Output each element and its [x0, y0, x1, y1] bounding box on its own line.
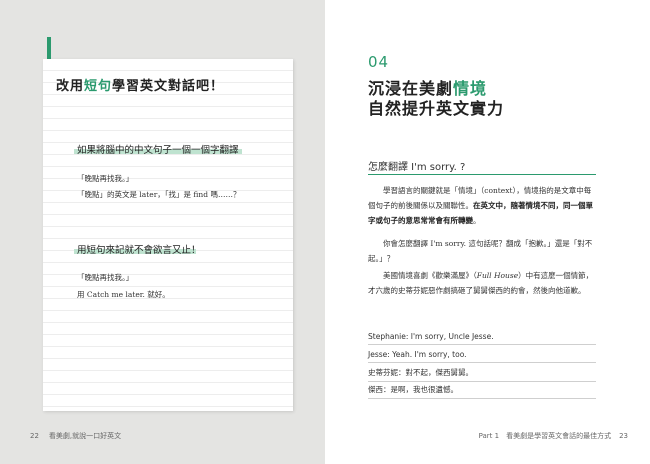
dialogue-line: 史蒂芬妮：對不起，傑西舅舅。: [368, 367, 596, 382]
left-page: 改用短句學習英文對話吧！ 如果將腦中的中文句子一個一個字翻譯 「晚點再找我。」 …: [0, 0, 325, 464]
paragraph-1: 學習語言的關鍵就是「情境」（context），情境指的是文章中每個句子的前後關係…: [368, 183, 596, 228]
paragraph-3-pre: 美國情境喜劇《歡樂滿屋》（: [383, 271, 477, 280]
paragraph-2: 你會怎麼翻譯 I'm sorry. 這句話呢？翻成「抱歉。」還是「對不起。」？: [368, 239, 593, 263]
dialogue-line: Stephanie: I'm sorry, Uncle Jesse.: [368, 332, 596, 345]
card-heading-pre: 改用: [56, 79, 85, 94]
subheading-2: 用短句來記就不會欲言又止！: [77, 245, 201, 256]
left-page-number: 22: [30, 432, 39, 440]
paragraph-3: 美國情境喜劇《歡樂滿屋》（Full House）中有這麼一個情節，才六歲的史蒂芬…: [368, 268, 596, 298]
card-heading-post: 學習英文對話吧！: [112, 79, 225, 94]
subheading-1: 如果將腦中的中文句子一個一個字翻譯: [77, 145, 239, 156]
block1-line2: 「晚點」的英文是 later，「找」是 find 嗎……？: [77, 190, 241, 199]
paragraph-1-end: 。: [473, 216, 481, 225]
left-footer-book-title: 看美劇,就說一口好英文: [48, 432, 122, 440]
chapter-title-line2: 自然提升英文實力: [368, 99, 505, 118]
card-heading-highlight: 短句: [84, 79, 113, 94]
paragraph-3-show-title: Full House: [476, 271, 519, 280]
chapter-number: 04: [368, 53, 390, 71]
left-footer: 22 看美劇,就說一口好英文: [30, 431, 121, 441]
section-divider: [368, 174, 596, 175]
right-page-number: 23: [619, 432, 628, 440]
dialogue-line: 傑西：是啊，我也很遺憾。: [368, 384, 596, 399]
dialogue-line: Jesse: Yeah. I'm sorry, too.: [368, 350, 596, 363]
note-card: [43, 59, 293, 411]
right-footer: Part 1 看美劇是學習英文會話的最佳方式 23: [479, 431, 628, 441]
block2-line1: 「晚點再找我。」: [77, 273, 134, 282]
block2-line2: 用 Catch me later. 就好。: [77, 290, 170, 299]
section-title: 怎麼翻譯 I'm sorry. ?: [368, 162, 466, 173]
right-footer-part: Part 1 看美劇是學習英文會話的最佳方式: [478, 432, 612, 440]
card-heading: 改用短句學習英文對話吧！: [56, 75, 224, 94]
book-spread: 改用短句學習英文對話吧！ 如果將腦中的中文句子一個一個字翻譯 「晚點再找我。」 …: [0, 0, 650, 464]
block1-line1: 「晚點再找我。」: [77, 174, 134, 183]
